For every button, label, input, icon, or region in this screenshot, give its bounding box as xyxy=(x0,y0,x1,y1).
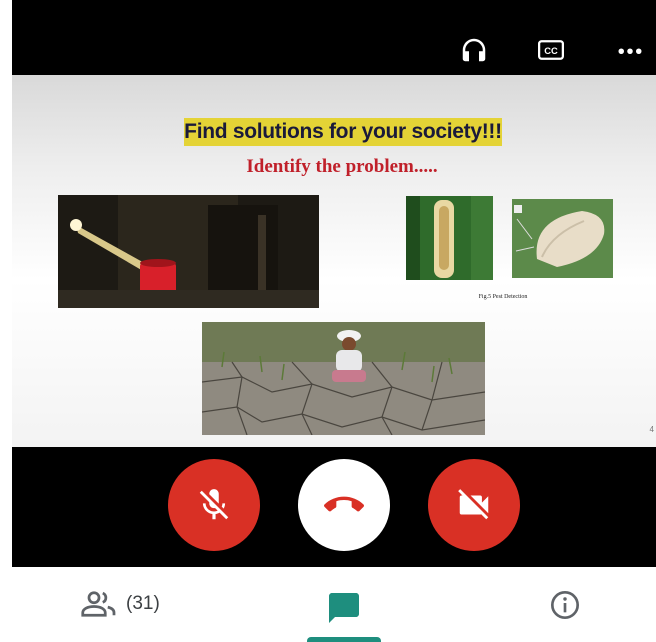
people-icon xyxy=(81,591,116,617)
chat-icon xyxy=(329,593,359,623)
info-icon xyxy=(551,591,579,619)
leaf-pest-photo xyxy=(406,196,493,280)
meeting-info-tab[interactable] xyxy=(549,589,581,621)
participants-count: (31) xyxy=(126,593,160,614)
chat-tab[interactable] xyxy=(325,590,363,626)
mic-off-button[interactable] xyxy=(168,459,260,551)
camera-off-button[interactable] xyxy=(428,459,520,551)
svg-text:CC: CC xyxy=(544,46,558,56)
end-call-button[interactable] xyxy=(298,459,390,551)
top-bar: CC xyxy=(12,0,656,75)
slide-title: Find solutions for your society!!! xyxy=(184,118,502,146)
camera-off-icon xyxy=(458,489,489,520)
bottom-nav: (31) xyxy=(0,567,656,642)
active-tab-indicator xyxy=(307,637,381,642)
slide-subtitle: Identify the problem..... xyxy=(246,156,438,177)
more-options-icon[interactable] xyxy=(612,32,648,68)
participants-tab[interactable]: (31) xyxy=(80,589,160,619)
moth-photo xyxy=(512,199,613,278)
closed-captions-icon[interactable]: CC xyxy=(533,32,569,68)
figure-caption: Fig.5 Pest Detection xyxy=(478,294,528,300)
drought-photo xyxy=(202,322,485,435)
call-controls-bar xyxy=(12,447,656,567)
headphones-icon[interactable] xyxy=(456,32,492,68)
slide-edge-mark: 4 xyxy=(649,425,654,434)
meeting-screen: CC Find solutions for your society!!! Id… xyxy=(0,0,656,642)
presentation-slide: Find solutions for your society!!! Ident… xyxy=(12,75,656,447)
lantern-photo xyxy=(58,195,319,308)
mic-off-icon xyxy=(199,489,229,520)
end-call-icon xyxy=(324,496,364,512)
